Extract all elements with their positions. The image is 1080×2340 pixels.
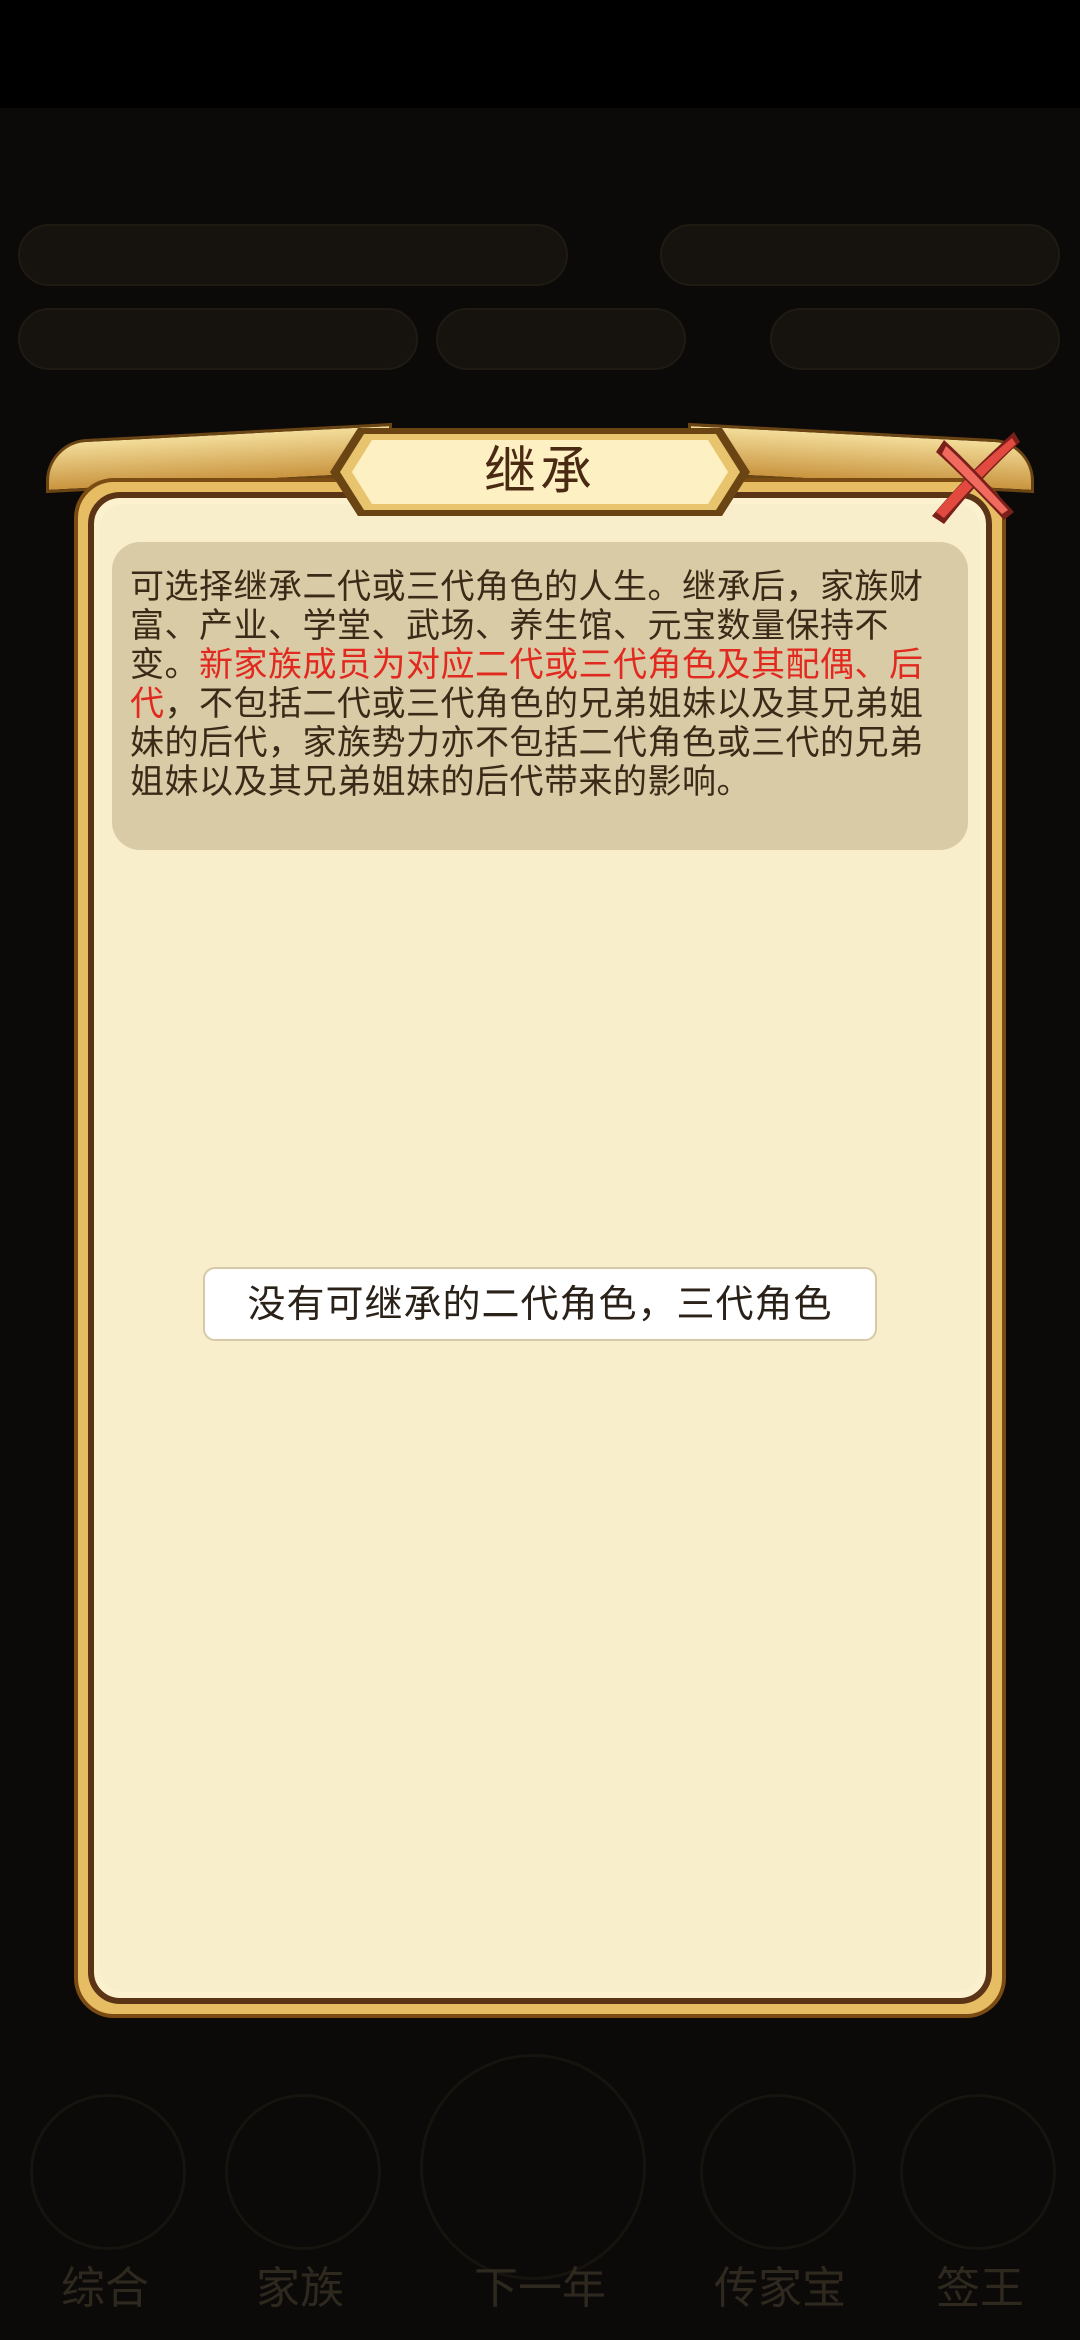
bg-nav-label: 签王 <box>936 2263 1024 2314</box>
bg-stat-bar <box>436 308 686 370</box>
bg-nav-icon <box>30 2094 186 2250</box>
close-button[interactable] <box>914 420 1026 532</box>
bg-stat-bar <box>770 308 1060 370</box>
empty-state-message: 没有可继承的二代角色，三代角色 <box>203 1267 877 1341</box>
bg-nav-icon <box>225 2094 381 2250</box>
dialog-title: 继承 <box>483 442 596 502</box>
bg-stat-bar <box>18 308 418 370</box>
bg-nav-icon <box>900 2094 1056 2250</box>
description-text-continued: ，不包括二代或三代角色的兄弟姐妹以及其兄弟姐妹的后代，家族势力亦不包括二代角色或… <box>130 684 924 802</box>
bg-nav-label: 综合 <box>61 2263 149 2314</box>
bg-stat-bar <box>18 224 568 286</box>
bg-nav-icon <box>700 2094 856 2250</box>
bg-bottom-nav: 综合 家族 下一年 传家宝 签王 <box>0 2054 1080 2340</box>
bg-nav-label: 传家宝 <box>714 2263 846 2314</box>
close-x-icon <box>932 432 1020 524</box>
inherit-description: 可选择继承二代或三代角色的人生。继承后，家族财富、产业、学堂、武场、养生馆、元宝… <box>112 542 968 850</box>
bg-nav-label: 家族 <box>256 2263 344 2314</box>
dialog-title-plate: 继承 <box>328 424 752 520</box>
bg-nav-icon <box>420 2054 646 2280</box>
bg-stat-bar <box>660 224 1060 286</box>
bg-nav-label: 下一年 <box>474 2263 606 2314</box>
screen: 综合 家族 下一年 传家宝 签王 继承 可选择继承二代或三代角色的人生。继承后，… <box>0 0 1080 2340</box>
status-bar <box>0 0 1080 108</box>
